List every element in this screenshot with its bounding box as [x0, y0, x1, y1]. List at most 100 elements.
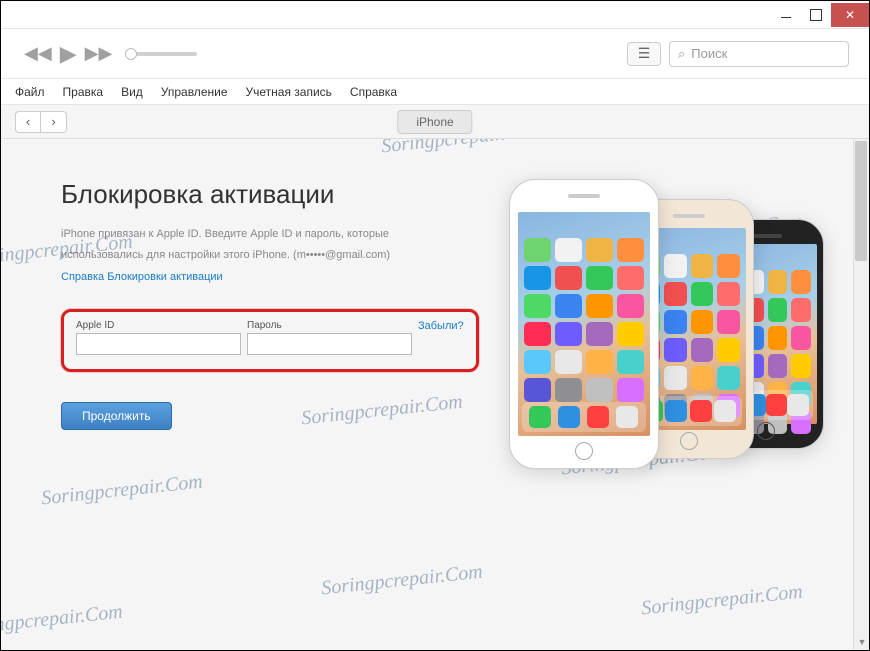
app-icon — [524, 238, 551, 262]
list-icon: ☰ — [638, 45, 651, 62]
app-icon — [717, 282, 740, 306]
dock-app-icon — [665, 400, 687, 422]
next-track-icon[interactable]: ▶▶ — [82, 43, 116, 64]
menu-account[interactable]: Учетная запись — [246, 85, 332, 99]
app-icon — [524, 322, 551, 346]
app-icon — [555, 322, 582, 346]
app-icon — [586, 350, 613, 374]
app-icon — [768, 354, 787, 378]
app-icon — [664, 366, 687, 390]
app-icon — [768, 270, 787, 294]
description-line-2: использовались для настройки этого iPhon… — [61, 247, 479, 264]
menu-controls[interactable]: Управление — [161, 85, 228, 99]
maximize-button[interactable] — [801, 3, 831, 27]
dock-app-icon — [766, 394, 787, 416]
app-icon — [524, 294, 551, 318]
home-button-icon — [575, 442, 593, 460]
app-icon — [586, 238, 613, 262]
play-icon[interactable]: ▶ — [57, 41, 80, 67]
app-icon — [617, 378, 644, 402]
app-icon — [586, 322, 613, 346]
help-link[interactable]: Справка Блокировки активации — [61, 271, 223, 283]
dock-app-icon — [529, 406, 551, 428]
app-icon — [664, 310, 687, 334]
scroll-down-icon[interactable]: ▼ — [854, 634, 869, 650]
watermark: Soringpcrepair.Com — [320, 561, 484, 601]
app-icon — [664, 338, 687, 362]
app-icon — [617, 350, 644, 374]
app-icon — [555, 350, 582, 374]
close-button[interactable] — [831, 3, 869, 27]
device-tab[interactable]: iPhone — [397, 110, 472, 134]
password-label: Пароль — [247, 320, 412, 331]
app-icon — [717, 310, 740, 334]
app-icon — [664, 282, 687, 306]
app-icon — [555, 238, 582, 262]
password-input[interactable] — [247, 333, 412, 355]
app-icon — [791, 354, 810, 378]
app-icon — [555, 378, 582, 402]
app-icon — [768, 298, 787, 322]
apple-id-label: Apple ID — [76, 320, 241, 331]
scrollbar-thumb[interactable] — [855, 141, 867, 261]
app-window: ◀◀ ▶ ▶▶ ☰ ⌕ Поиск Файл Правка Вид Управл… — [0, 0, 870, 651]
app-icon — [717, 338, 740, 362]
app-icon — [717, 254, 740, 278]
app-icon — [524, 378, 551, 402]
dock-app-icon — [787, 394, 808, 416]
menu-edit[interactable]: Правка — [63, 85, 104, 99]
app-icon — [717, 366, 740, 390]
menu-view[interactable]: Вид — [121, 85, 143, 99]
menu-help[interactable]: Справка — [350, 85, 397, 99]
app-icon — [791, 326, 810, 350]
navigation-bar: ‹ › iPhone — [1, 105, 869, 139]
search-input[interactable]: ⌕ Поиск — [669, 41, 849, 67]
minimize-button[interactable] — [771, 3, 801, 27]
player-toolbar: ◀◀ ▶ ▶▶ ☰ ⌕ Поиск — [1, 29, 869, 79]
app-icon — [555, 266, 582, 290]
app-icon — [524, 350, 551, 374]
app-icon — [691, 310, 714, 334]
app-icon — [524, 266, 551, 290]
app-icon — [664, 254, 687, 278]
dock-app-icon — [558, 406, 580, 428]
search-placeholder: Поиск — [691, 46, 727, 61]
app-grid — [518, 234, 650, 392]
chevron-left-icon: ‹ — [26, 114, 30, 129]
vertical-scrollbar[interactable]: ▲ ▼ — [853, 139, 869, 650]
app-icon — [617, 238, 644, 262]
app-icon — [691, 282, 714, 306]
continue-button[interactable]: Продолжить — [61, 402, 172, 430]
dock-app-icon — [690, 400, 712, 422]
dock-app-icon — [616, 406, 638, 428]
app-icon — [617, 322, 644, 346]
app-icon — [691, 338, 714, 362]
app-icon — [555, 294, 582, 318]
page-title: Блокировка активации — [61, 179, 479, 210]
dock-app-icon — [587, 406, 609, 428]
iphone-hero-image — [509, 179, 819, 459]
app-icon — [791, 298, 810, 322]
app-icon — [768, 326, 787, 350]
forgot-link[interactable]: Забыли? — [418, 320, 464, 332]
app-icon — [691, 366, 714, 390]
app-icon — [691, 254, 714, 278]
nav-back-button[interactable]: ‹ — [15, 111, 41, 133]
app-icon — [791, 270, 810, 294]
menu-file[interactable]: Файл — [15, 85, 45, 99]
watermark: Soringpcrepair.Com — [1, 601, 124, 641]
list-view-button[interactable]: ☰ — [627, 42, 661, 66]
chevron-right-icon: › — [51, 114, 55, 129]
activation-lock-panel: Блокировка активации iPhone привязан к A… — [61, 179, 479, 459]
dock-app-icon — [714, 400, 736, 422]
volume-slider[interactable] — [127, 52, 197, 56]
description-line-1: iPhone привязан к Apple ID. Введите Appl… — [61, 226, 479, 243]
previous-track-icon[interactable]: ◀◀ — [21, 43, 55, 64]
apple-id-input[interactable] — [76, 333, 241, 355]
nav-forward-button[interactable]: › — [41, 111, 67, 133]
playback-controls: ◀◀ ▶ ▶▶ — [21, 41, 115, 67]
titlebar — [1, 1, 869, 29]
search-icon: ⌕ — [678, 46, 685, 62]
app-icon — [586, 266, 613, 290]
app-icon — [617, 294, 644, 318]
